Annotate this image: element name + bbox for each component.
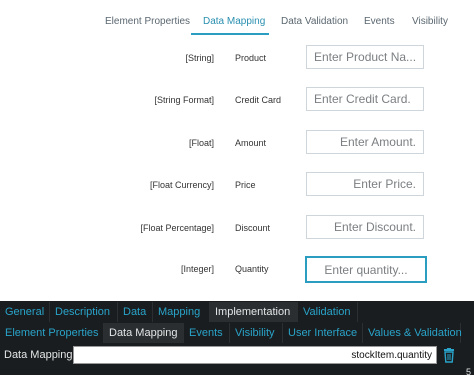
panel-tab-validation[interactable]: Validation: [298, 302, 358, 322]
panel-tab-description[interactable]: Description: [50, 302, 118, 322]
field-label: Quantity: [235, 264, 269, 274]
form-row-price: [Float Currency] Price: [0, 172, 474, 202]
price-input[interactable]: [306, 172, 424, 196]
tab-element-properties[interactable]: Element Properties: [105, 16, 190, 27]
form-row-product: [String] Product: [0, 45, 474, 75]
tab-events[interactable]: Events: [364, 16, 395, 27]
panel-tab-general[interactable]: General: [0, 302, 50, 322]
data-mapping-row: Data Mapping:: [0, 346, 474, 366]
field-label: Discount: [235, 223, 271, 233]
field-label: Credit Card: [235, 95, 282, 105]
panel-tab-bar-secondary: Element Properties Data Mapping Events V…: [0, 323, 474, 343]
tab-visibility[interactable]: Visibility: [412, 16, 448, 27]
data-mapping-input[interactable]: [73, 346, 437, 364]
type-label: [Float Currency]: [149, 180, 214, 190]
field-label: Product: [235, 53, 267, 63]
panel-tab-bar-primary: General Description Data Mapping Impleme…: [0, 302, 474, 322]
panel-tab-implementation[interactable]: Implementation: [210, 302, 298, 322]
panel-tab-data[interactable]: Data: [118, 302, 153, 322]
panel-subtab-visibility[interactable]: Visibility: [230, 323, 283, 343]
type-label: [Integer]: [180, 264, 214, 274]
active-tab-underline: [191, 33, 269, 35]
form-row-discount: [Float Percentage] Discount: [0, 215, 474, 245]
discount-input[interactable]: [306, 215, 424, 239]
panel-subtab-data-mapping[interactable]: Data Mapping: [104, 323, 184, 343]
product-input[interactable]: [306, 45, 424, 69]
panel-subtab-values-validation[interactable]: Values & Validation: [363, 323, 462, 343]
tab-data-mapping[interactable]: Data Mapping: [203, 16, 265, 27]
data-mapping-label: Data Mapping:: [4, 349, 76, 361]
field-label: Price: [235, 180, 256, 190]
form-row-quantity: [Integer] Quantity: [0, 256, 474, 286]
panel-subtab-user-interface[interactable]: User Interface: [283, 323, 363, 343]
type-label: [Float]: [188, 138, 214, 148]
panel-subtab-events[interactable]: Events: [184, 323, 230, 343]
form-row-amount: [Float] Amount: [0, 130, 474, 160]
form-row-credit-card: [String Format] Credit Card: [0, 87, 474, 117]
quantity-input[interactable]: [305, 256, 427, 283]
type-label: [Float Percentage]: [140, 223, 214, 233]
panel-tab-mapping[interactable]: Mapping: [153, 302, 210, 322]
properties-panel: General Description Data Mapping Impleme…: [0, 301, 474, 377]
type-label: [String Format]: [154, 95, 214, 105]
tab-data-validation[interactable]: Data Validation: [281, 16, 348, 27]
credit-card-input[interactable]: [306, 87, 424, 111]
corner-indicator: 5: [465, 367, 471, 377]
type-label: [String]: [185, 53, 214, 63]
trash-icon[interactable]: [442, 348, 456, 363]
top-tab-bar: Element Properties Data Mapping Data Val…: [0, 0, 474, 36]
panel-subtab-element-properties[interactable]: Element Properties: [0, 323, 104, 343]
field-label: Amount: [235, 138, 267, 148]
amount-input[interactable]: [306, 130, 424, 154]
